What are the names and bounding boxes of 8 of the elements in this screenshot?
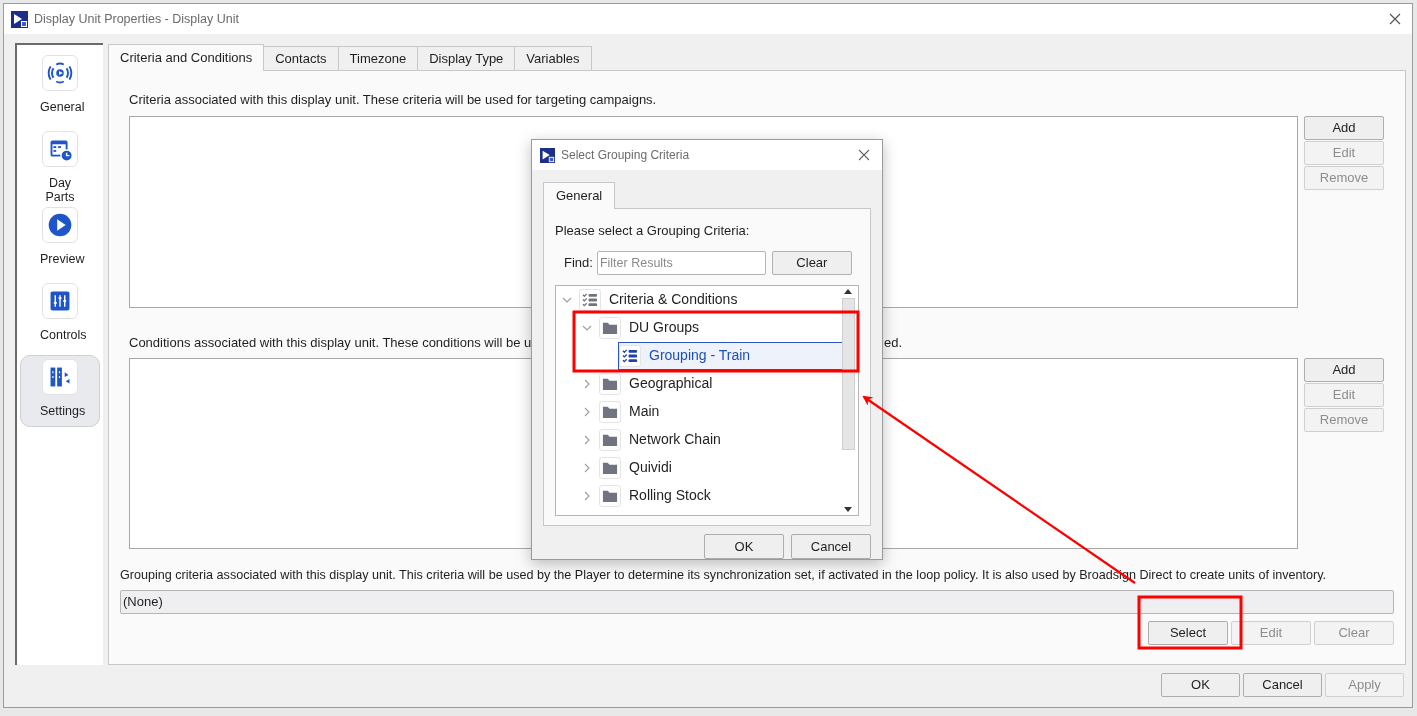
description-text: Conditions associated with this display unit. These conditions will be u [129, 333, 533, 352]
description-text: Criteria associated with this display unit. These criteria will be used for targeting campaigns. [129, 92, 657, 107]
dialog-title: Select Grouping Criteria [561, 147, 690, 164]
description-text: ed. [884, 333, 903, 352]
field-value: (None) [123, 593, 163, 612]
prompt-text: Please select a Grouping Criteria: [555, 223, 750, 238]
find-label: Find: [564, 253, 593, 272]
window-title: Display Unit Properties - Display Unit [34, 10, 239, 28]
